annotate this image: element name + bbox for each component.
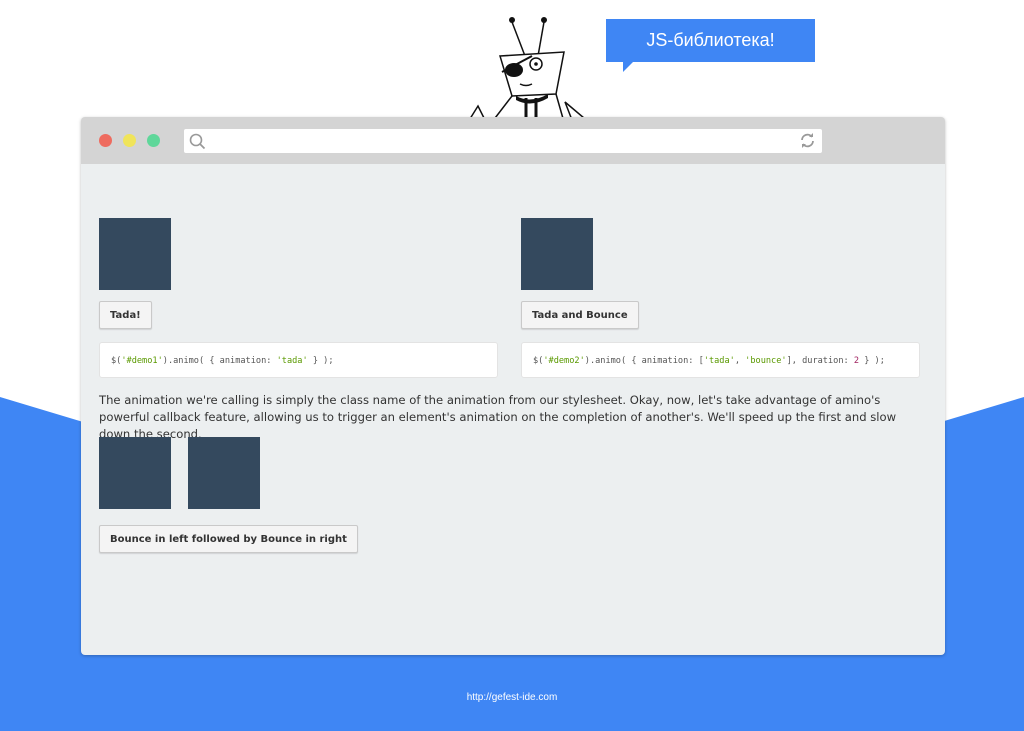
- close-window-button[interactable]: [99, 134, 112, 147]
- tada-and-bounce-button[interactable]: Tada and Bounce: [521, 301, 639, 329]
- code-token: } );: [859, 356, 885, 366]
- description-paragraph: The animation we're calling is simply th…: [99, 393, 897, 441]
- code-string: '#demo1': [121, 356, 163, 366]
- maximize-window-button[interactable]: [147, 134, 160, 147]
- demo1-code-block: $('#demo1').animo( { animation: 'tada' }…: [99, 342, 498, 378]
- demo3-right-box: [188, 437, 260, 509]
- browser-titlebar: [81, 117, 945, 164]
- demo3-left-box: [99, 437, 171, 509]
- code-token: } );: [307, 356, 334, 366]
- code-token: ], duration:: [786, 356, 854, 366]
- bounce-sequence-button[interactable]: Bounce in left followed by Bounce in rig…: [99, 525, 358, 553]
- demo2-box: [521, 218, 593, 290]
- reload-icon[interactable]: [799, 132, 816, 149]
- footer-url: http://gefest-ide.com: [466, 692, 558, 703]
- code-string: '#demo2': [543, 356, 585, 366]
- minimize-window-button[interactable]: [123, 134, 136, 147]
- code-token: ).animo( { animation:: [162, 356, 277, 366]
- code-string: 'bounce': [745, 356, 787, 366]
- page-content: Tada! $('#demo1').animo( { animation: 't…: [81, 164, 945, 655]
- code-string: 'tada': [276, 356, 308, 366]
- browser-window: Tada! $('#demo1').animo( { animation: 't…: [81, 117, 945, 655]
- code-token: $(: [111, 356, 122, 366]
- search-icon: [189, 133, 206, 150]
- address-bar-input[interactable]: [184, 129, 822, 153]
- code-string: 'tada': [703, 356, 735, 366]
- code-token: $(: [533, 356, 544, 366]
- demo2-code-block: $('#demo2').animo( { animation: ['tada',…: [521, 342, 920, 378]
- speech-bubble: JS-библиотека!: [606, 19, 815, 72]
- demo1-box: [99, 218, 171, 290]
- tada-button[interactable]: Tada!: [99, 301, 152, 329]
- code-token: ,: [734, 356, 746, 366]
- robot-mascot-illustration: [466, 17, 586, 124]
- code-token: ).animo( { animation: [: [584, 356, 704, 366]
